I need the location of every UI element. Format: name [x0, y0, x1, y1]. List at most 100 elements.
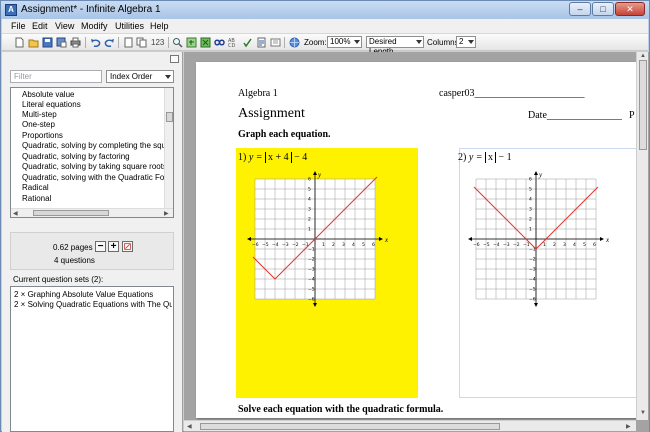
document-vscrollbar[interactable]: ▲ ▼ — [636, 52, 648, 420]
page-icon[interactable] — [123, 37, 134, 48]
list-item[interactable]: 2 × Solving Quadratic Equations with The… — [14, 300, 172, 309]
instruction-2[interactable]: Solve each equation with the quadratic f… — [238, 404, 443, 415]
topic-list-hscrollbar[interactable]: ◀ ▶ — [11, 208, 173, 217]
check-icon[interactable] — [242, 37, 253, 48]
instruction[interactable]: Graph each equation. — [238, 129, 331, 140]
print-icon[interactable] — [70, 37, 81, 48]
order-select[interactable]: Index Order — [106, 70, 174, 83]
zoom-select[interactable]: 100% — [327, 36, 362, 48]
tick-label: 2 — [529, 217, 532, 223]
regenerate-icon[interactable] — [186, 37, 197, 48]
scroll-left-icon[interactable]: ◀ — [187, 423, 192, 430]
list-item[interactable]: Quadratic, solving by completing the squ… — [22, 141, 164, 150]
question-2[interactable]: 2) y = x − 1 — [458, 152, 512, 163]
tick-label: 6 — [372, 242, 375, 248]
regenerate-all-icon[interactable] — [200, 37, 211, 48]
list-item[interactable]: Absolute value — [22, 90, 164, 99]
minimize-button[interactable]: – — [569, 2, 591, 16]
zoom-label: Zoom: — [304, 38, 327, 47]
scroll-down-icon[interactable]: ▼ — [640, 410, 646, 416]
tick-label: −2 — [308, 257, 315, 263]
list-item[interactable]: Quadratic, solving by factoring — [22, 152, 164, 161]
list-item[interactable]: 2 × Graphing Absolute Value Equations — [14, 290, 172, 299]
tick-label: 5 — [583, 242, 586, 248]
list-item[interactable]: Literal equations — [22, 100, 164, 109]
tick-label: −2 — [513, 242, 520, 248]
equation-lhs: y = — [248, 152, 263, 163]
magnify-icon[interactable] — [172, 37, 183, 48]
document-pane[interactable]: Algebra 1 casper03______________________… — [184, 52, 649, 432]
new-icon[interactable] — [14, 37, 25, 48]
close-button[interactable]: ✕ — [615, 2, 645, 16]
filter-input[interactable]: Filter — [10, 70, 102, 83]
add-question-button[interactable]: + — [108, 241, 119, 252]
y-axis-label: y — [538, 171, 543, 179]
list-item[interactable]: Rational — [22, 194, 164, 203]
globe-icon[interactable] — [289, 37, 300, 48]
list-item[interactable]: Quadratic, solving with the Quadratic Fo… — [22, 173, 164, 182]
scroll-up-icon[interactable]: ▲ — [640, 53, 646, 59]
date-line: Date_______________ — [528, 110, 622, 121]
question-sets-list[interactable]: 2 × Graphing Absolute Value Equations 2 … — [10, 286, 174, 432]
length-select[interactable]: Desired Length — [366, 36, 424, 56]
tick-label: 2 — [308, 217, 311, 223]
worksheet-title[interactable]: Assignment — [238, 106, 305, 122]
tick-label: 4 — [352, 242, 355, 248]
scroll-right-icon[interactable]: ▶ — [164, 210, 169, 217]
list-item[interactable]: Quadratic, solving by taking square root… — [22, 162, 164, 171]
question-1[interactable]: 1) y = x + 4 − 4 — [238, 152, 307, 163]
menu-utilities[interactable]: Utilities — [115, 21, 144, 31]
list-item[interactable]: Multi-step — [22, 110, 164, 119]
numbering-button[interactable]: 123 — [151, 38, 164, 47]
menu-help[interactable]: Help — [150, 21, 169, 31]
save-icon[interactable] — [42, 37, 53, 48]
redo-icon[interactable] — [104, 37, 115, 48]
left-pane: Filter Index Order Absolute value Litera… — [2, 52, 183, 432]
save-as-icon[interactable] — [56, 37, 67, 48]
graph-question-1[interactable]: xy−6−6−5−5−4−4−3−3−2−2−1−1112233445566 — [245, 169, 395, 319]
remove-question-button[interactable]: − — [95, 241, 106, 252]
topic-list[interactable]: Absolute value Literal equations Multi-s… — [10, 87, 174, 218]
tick-label: −6 — [529, 297, 536, 303]
student-name[interactable]: casper03______________________ — [439, 88, 585, 99]
columns-select[interactable]: 2 — [456, 36, 476, 48]
scroll-left-icon[interactable]: ◀ — [13, 210, 18, 217]
edit-question-icon[interactable] — [122, 241, 133, 252]
format-icon[interactable] — [270, 37, 281, 48]
scroll-thumb[interactable] — [639, 60, 647, 150]
undo-icon[interactable] — [90, 37, 101, 48]
order-value: Index Order — [110, 72, 153, 81]
scroll-thumb[interactable] — [166, 112, 173, 122]
choices-icon[interactable]: ABCD — [228, 37, 239, 48]
list-item[interactable]: Radical — [22, 183, 164, 192]
worksheet-page[interactable]: Algebra 1 casper03______________________… — [196, 62, 636, 418]
tick-label: 1 — [308, 227, 311, 233]
graph-question-2[interactable]: xy−6−6−5−5−4−4−3−3−2−2−1−1112233445566 — [466, 169, 616, 319]
list-item[interactable]: Proportions — [22, 131, 164, 140]
course-name[interactable]: Algebra 1 — [238, 88, 278, 99]
scroll-thumb[interactable] — [200, 423, 500, 430]
tick-label: −2 — [529, 257, 536, 263]
infinity-icon[interactable] — [214, 37, 225, 48]
menu-edit[interactable]: Edit — [32, 21, 48, 31]
topic-list-vscrollbar[interactable] — [164, 88, 173, 208]
document-hscrollbar[interactable]: ◀ ▶ — [184, 420, 636, 431]
scroll-right-icon[interactable]: ▶ — [626, 423, 631, 430]
scroll-thumb[interactable] — [33, 210, 109, 216]
key-icon[interactable] — [256, 37, 267, 48]
menu-file[interactable]: File — [11, 21, 26, 31]
x-axis-label: x — [605, 236, 610, 244]
tick-label: 1 — [543, 242, 546, 248]
open-icon[interactable] — [28, 37, 39, 48]
equation-rest: − 4 — [294, 152, 308, 163]
equation-lhs: y = — [468, 152, 483, 163]
menu-modify[interactable]: Modify — [81, 21, 108, 31]
copy-icon[interactable] — [136, 37, 147, 48]
question-number: 1) — [238, 152, 247, 163]
maximize-button[interactable]: □ — [592, 2, 614, 16]
toolbar: 123 ABCD Zoom: 100% Desired Length Colum… — [2, 34, 648, 56]
tick-label: −4 — [529, 277, 536, 283]
pane-undock-icon[interactable] — [170, 55, 179, 63]
list-item[interactable]: One-step — [22, 120, 164, 129]
menu-view[interactable]: View — [55, 21, 74, 31]
